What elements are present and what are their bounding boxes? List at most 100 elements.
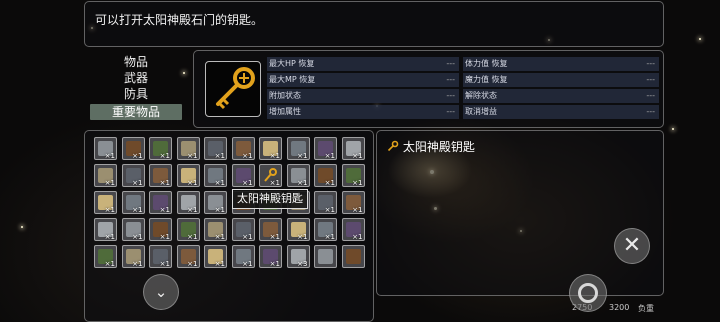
item-count: ×1 xyxy=(187,179,198,187)
inventory-slot[interactable]: ×1 xyxy=(121,164,145,187)
item-count: ×1 xyxy=(104,206,115,214)
inventory-slot[interactable]: ×1 xyxy=(149,164,172,187)
item-icon xyxy=(318,249,333,264)
category-key-items[interactable]: 重要物品 xyxy=(90,104,182,120)
inventory-slot[interactable]: ×3 xyxy=(286,245,310,268)
inventory-slot[interactable]: ×1 xyxy=(121,245,145,268)
item-count: ×1 xyxy=(132,260,143,268)
item-count: ×1 xyxy=(269,152,280,160)
inventory-slot[interactable]: ×1 xyxy=(286,218,310,241)
item-count: ×1 xyxy=(132,233,143,241)
golden-key-icon xyxy=(216,67,255,110)
inventory-slot[interactable]: ×1 xyxy=(94,191,117,214)
item-count: ×1 xyxy=(104,152,115,160)
weight-label: 负重 xyxy=(638,304,654,313)
item-count: ×1 xyxy=(187,206,198,214)
item-count: ×1 xyxy=(159,260,170,268)
item-count: ×1 xyxy=(214,206,225,214)
inventory-slot[interactable]: ×1 xyxy=(314,191,337,214)
inventory-slot[interactable] xyxy=(314,245,337,268)
category-armor[interactable]: 防具 xyxy=(90,86,182,102)
inventory-slot[interactable]: ×1 xyxy=(286,164,310,187)
inventory-slot[interactable]: ×1 xyxy=(149,191,172,214)
inventory-slot[interactable]: ×1 xyxy=(259,164,282,187)
inventory-slot[interactable]: ×1 xyxy=(121,191,145,214)
category-items[interactable]: 物品 xyxy=(90,54,182,70)
item-description-panel: 可以打开太阳神殿石门的钥匙。 xyxy=(84,1,664,47)
inventory-slot[interactable]: ×1 xyxy=(121,218,145,241)
inventory-slot[interactable]: ×1 xyxy=(314,218,337,241)
inventory-slot[interactable]: ×1 xyxy=(314,164,337,187)
item-count: ×1 xyxy=(269,179,280,187)
inventory-slot[interactable]: ×1 xyxy=(176,245,200,268)
selected-item-icon xyxy=(205,61,261,117)
item-count: ×1 xyxy=(242,233,253,241)
inventory-slot[interactable]: ×1 xyxy=(341,218,365,241)
inventory-slot[interactable]: ×1 xyxy=(231,218,255,241)
inventory-slot[interactable]: ×1 xyxy=(259,137,282,160)
inventory-slot[interactable]: ×1 xyxy=(176,137,200,160)
item-count: ×1 xyxy=(324,179,335,187)
item-count: ×1 xyxy=(297,179,308,187)
item-count: ×1 xyxy=(352,179,363,187)
inventory-slot[interactable]: ×1 xyxy=(204,164,227,187)
inventory-slot[interactable]: ×1 xyxy=(94,245,117,268)
item-count: ×1 xyxy=(324,206,335,214)
item-count: ×1 xyxy=(214,260,225,268)
inventory-slot[interactable]: ×1 xyxy=(204,137,227,160)
inventory-slot[interactable] xyxy=(341,245,365,268)
inventory-slot[interactable]: ×1 xyxy=(314,137,337,160)
item-count: ×1 xyxy=(132,152,143,160)
item-count: ×1 xyxy=(214,233,225,241)
inventory-slot[interactable]: ×1 xyxy=(231,164,255,187)
category-weapons[interactable]: 武器 xyxy=(90,70,182,86)
item-count: ×1 xyxy=(159,179,170,187)
inventory-slot[interactable]: ×1 xyxy=(231,137,255,160)
item-count: ×1 xyxy=(187,260,198,268)
inventory-slot[interactable]: ×1 xyxy=(121,137,145,160)
inventory-slot[interactable]: ×1 xyxy=(176,164,200,187)
scroll-down-button[interactable]: ⌄ xyxy=(143,274,179,310)
inventory-slot[interactable]: ×1 xyxy=(341,137,365,160)
item-count: ×1 xyxy=(214,152,225,160)
selected-item-name: 太阳神殿钥匙 xyxy=(402,140,475,154)
inventory-slot[interactable]: ×1 xyxy=(149,245,172,268)
inventory-slot[interactable]: ×1 xyxy=(176,218,200,241)
inventory-slot[interactable]: ×1 xyxy=(204,191,227,214)
inventory-slot[interactable]: ×1 xyxy=(204,218,227,241)
inventory-slot[interactable]: ×1 xyxy=(341,164,365,187)
item-count: ×1 xyxy=(242,260,253,268)
inventory-slot[interactable]: ×1 xyxy=(204,245,227,268)
item-count: ×1 xyxy=(242,179,253,187)
item-count: ×3 xyxy=(297,260,308,268)
inventory-slot[interactable]: ×1 xyxy=(149,137,172,160)
stat-remove-status: 解除状态 --- xyxy=(463,89,659,103)
inventory-slot[interactable]: ×1 xyxy=(259,218,282,241)
item-count: ×1 xyxy=(297,233,308,241)
inventory-slot[interactable]: ×1 xyxy=(341,191,365,214)
stat-row: 最大HP 恢复 --- 体力值 恢复 --- xyxy=(267,56,659,72)
item-count: ×1 xyxy=(187,233,198,241)
close-button[interactable]: ✕ xyxy=(614,228,650,264)
stat-row: 最大MP 恢复 --- 魔力值 恢复 --- xyxy=(267,72,659,88)
item-count: ×1 xyxy=(214,179,225,187)
inventory-slot[interactable]: ×1 xyxy=(149,218,172,241)
inventory-slot[interactable]: ×1 xyxy=(176,191,200,214)
confirm-button[interactable] xyxy=(569,274,607,312)
item-tooltip: 太阳神殿钥匙 xyxy=(232,189,308,209)
item-icon xyxy=(345,249,361,264)
inventory-slot[interactable]: ×1 xyxy=(94,164,117,187)
item-count: ×1 xyxy=(159,206,170,214)
inventory-slot[interactable]: ×1 xyxy=(94,137,117,160)
inventory-slot[interactable]: ×1 xyxy=(286,137,310,160)
stat-stamina-restore: 体力值 恢复 --- xyxy=(463,57,659,71)
inventory-slot[interactable]: ×1 xyxy=(231,245,255,268)
weight-footer: 2750 3200 负重 xyxy=(376,296,662,320)
stat-mana-restore: 魔力值 恢复 --- xyxy=(463,73,659,87)
weight-max: 3200 xyxy=(609,303,630,312)
stat-row: 增加属性 --- 取消增益 --- xyxy=(267,104,659,120)
inventory-slot[interactable]: ×1 xyxy=(94,218,117,241)
item-count: ×1 xyxy=(159,233,170,241)
inventory-slot[interactable]: ×1 xyxy=(259,245,282,268)
stat-cancel-buff: 取消增益 --- xyxy=(463,105,659,119)
